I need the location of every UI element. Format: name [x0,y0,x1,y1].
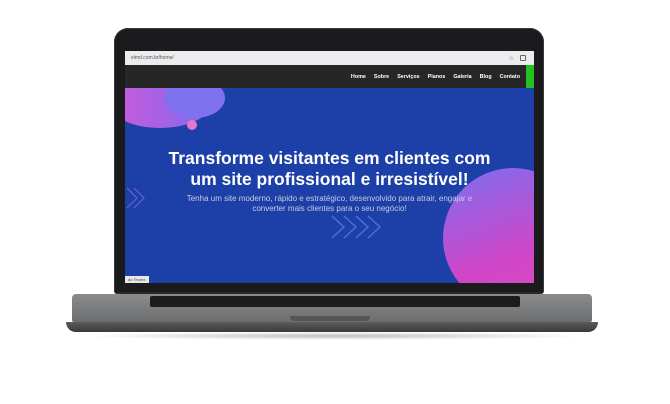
hero-subheadline-line-2: converter mais clientes para o seu negóc… [252,204,407,213]
url-text[interactable]: elmd.com.br/home/ [131,55,509,61]
browser-status-bar: do Teorex [125,276,149,283]
star-icon[interactable]: ☆ [509,55,514,62]
laptop-keyboard [150,296,520,307]
hero-subheadline: Tenha um site moderno, rápido e estratég… [125,194,534,214]
nav-item-blog[interactable]: Blog [480,74,492,80]
laptop-base-front [66,322,598,332]
nav-cta-button[interactable] [526,65,534,88]
decorative-dot [187,120,197,130]
hero-subheadline-line-1: Tenha um site moderno, rápido e estratég… [186,194,473,203]
nav-item-planos[interactable]: Planos [428,74,446,80]
hero-headline-line-2: um site profissional e irresistível! [190,169,469,189]
nav-item-home[interactable]: Home [351,74,366,80]
laptop-screen: elmd.com.br/home/ ☆ Home Sobre Serviços … [125,51,534,283]
nav-item-contato[interactable]: Contato [500,74,520,80]
nav-item-servicos[interactable]: Serviços [397,74,419,80]
extension-icon[interactable] [520,55,526,61]
site-navbar: Home Sobre Serviços Planos Galeria Blog … [125,65,534,88]
nav-links: Home Sobre Serviços Planos Galeria Blog … [351,65,520,88]
chevrons-right-icon [331,215,382,239]
hero-headline: Transforme visitantes em clientes com um… [125,148,534,190]
laptop-opening-notch [290,316,370,321]
hero-section: Transforme visitantes em clientes com um… [125,88,534,283]
browser-address-bar[interactable]: elmd.com.br/home/ ☆ [125,51,534,65]
nav-item-galeria[interactable]: Galeria [453,74,471,80]
laptop-shadow [80,332,590,340]
hero-headline-line-1: Transforme visitantes em clientes com [168,148,491,168]
laptop-lid: elmd.com.br/home/ ☆ Home Sobre Serviços … [114,28,544,294]
nav-item-sobre[interactable]: Sobre [374,74,389,80]
